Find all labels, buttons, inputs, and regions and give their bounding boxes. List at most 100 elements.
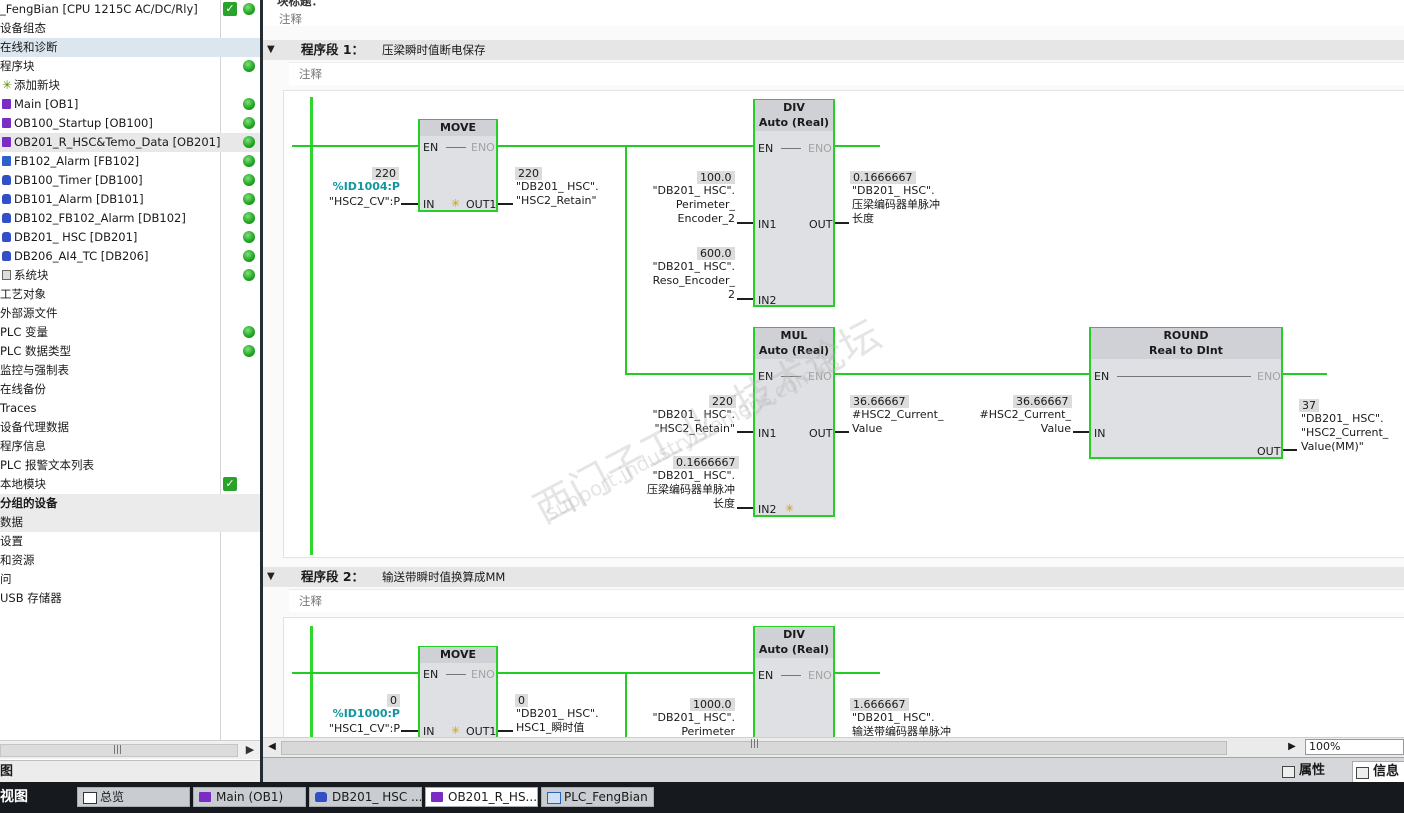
tree-item[interactable]: OB201_R_HSC&Temo_Data [OB201] (0, 133, 260, 152)
tree-item[interactable]: PLC 变量 (0, 323, 260, 342)
pin-out: OUT (809, 218, 833, 231)
task-plc-fengbian[interactable]: PLC_FengBian (541, 787, 654, 807)
network-1-comment[interactable]: 注释 (289, 62, 1404, 85)
tree-item[interactable]: 和资源 (0, 551, 260, 570)
tree-item[interactable]: 外部源文件 (0, 304, 260, 323)
scroll-right-arrow-icon[interactable]: ▶ (1285, 740, 1299, 754)
scroll-grip-icon: ||| (113, 745, 123, 755)
tree-item[interactable]: USB 存储器 (0, 589, 260, 608)
tree-item[interactable]: FB102_Alarm [FB102] (0, 152, 260, 171)
zoom-select[interactable]: 100% (1305, 739, 1404, 755)
div-instruction-box[interactable]: DIV Auto (Real) EN ENO IN1 OUT IN2 (753, 99, 835, 307)
collapse-triangle-icon[interactable]: ▼ (267, 567, 275, 587)
div-instruction-box[interactable]: DIV Auto (Real) EN ENO (753, 626, 835, 737)
rung-wire (292, 672, 418, 674)
tree-item-label: Main [OB1] (14, 97, 79, 111)
operand-tag[interactable]: "DB201_ HSC". Perimeter (623, 711, 735, 737)
tree-item[interactable]: 设备代理数据 (0, 418, 260, 437)
operand-tag[interactable]: "HSC1_CV":P (293, 722, 400, 736)
task-ob201[interactable]: OB201_R_HS... (425, 787, 538, 807)
operand-value: 600.0 (697, 247, 735, 260)
block-comment[interactable]: 注释 (279, 11, 302, 27)
details-view-header[interactable]: 图 (0, 760, 260, 783)
move-instruction-box[interactable]: MOVE EN ENO IN ✳ OUT1 (418, 119, 498, 212)
operand-tag[interactable]: #HSC2_Current_ Value (852, 408, 943, 436)
tree-item[interactable]: PLC 数据类型 (0, 342, 260, 361)
tree-item[interactable]: DB100_Timer [DB100] (0, 171, 260, 190)
operand-tag[interactable]: "DB201_ HSC". 压梁编码器单脉冲 长度 (615, 469, 735, 511)
tree-item[interactable]: OB100_Startup [OB100] (0, 114, 260, 133)
instruction-type[interactable]: Auto (Real) (755, 115, 833, 131)
tree-item[interactable]: Traces (0, 399, 260, 418)
tree-item[interactable]: PLC 报警文本列表 (0, 456, 260, 475)
pin-eno: ENO (1257, 370, 1281, 383)
info-icon (1356, 767, 1369, 779)
tree-item[interactable]: 设备组态 (0, 19, 260, 38)
tree-item[interactable]: Main [OB1] (0, 95, 260, 114)
operand-tag[interactable]: "DB201_ HSC". "HSC2_Current_ Value(MM)" (1301, 412, 1388, 454)
tree-item[interactable]: 程序信息 (0, 437, 260, 456)
network-1-title[interactable]: 压梁瞬时值断电保存 (382, 40, 486, 60)
tree-item[interactable]: ✳ 添加新块 (0, 76, 260, 95)
operand-tag[interactable]: "DB201_ HSC". 输送带编码器单脉冲 (852, 711, 951, 737)
network-2-title[interactable]: 输送带瞬时值换算成MM (382, 567, 505, 587)
tree-item[interactable]: 在线备份 (0, 380, 260, 399)
tree-item[interactable]: 分组的设备 (0, 494, 260, 513)
tree-item[interactable]: 工艺对象 (0, 285, 260, 304)
task-overview[interactable]: 总览 (77, 787, 190, 807)
portal-view-button[interactable]: 视图 (0, 788, 28, 806)
network-2-comment[interactable]: 注释 (289, 589, 1404, 612)
tree-item[interactable]: 系统块 (0, 266, 260, 285)
operand-tag[interactable]: "HSC2_Retain" (516, 194, 597, 208)
tree-item[interactable]: 数据 (0, 513, 260, 532)
tree-item[interactable]: _FengBian [CPU 1215C AC/DC/Rly] ✓ (0, 0, 260, 19)
operand-tag[interactable]: "DB201_ HSC". 压梁编码器单脉冲 长度 (852, 184, 940, 226)
operand-value: 36.66667 (850, 395, 909, 408)
operand-tag[interactable]: "DB201_ HSC". Perimeter_ Encoder_2 (623, 184, 735, 226)
online-status-icon (243, 193, 255, 205)
operand-tag[interactable]: "HSC2_CV":P (293, 195, 400, 209)
tab-info[interactable]: 信息 (1352, 761, 1404, 782)
round-instruction-box[interactable]: ROUND Real to DInt EN ENO IN OUT (1089, 327, 1283, 459)
tree-item[interactable]: DB201_ HSC [DB201] (0, 228, 260, 247)
task-db201[interactable]: DB201_ HSC ... (309, 787, 422, 807)
tree-item[interactable]: 本地模块 ✓ (0, 475, 260, 494)
operand-tag[interactable]: "DB201_ HSC". "HSC2_Retain" (623, 408, 735, 436)
operand-address[interactable]: %ID1000:P (303, 707, 400, 721)
tree-item[interactable]: 程序块 (0, 57, 260, 76)
operand-tag[interactable]: "DB201_ HSC". (516, 180, 599, 194)
tree-item[interactable]: DB101_Alarm [DB101] (0, 190, 260, 209)
tree-item[interactable]: 设置 (0, 532, 260, 551)
tree-horizontal-scrollbar[interactable]: ||| ▶ (0, 740, 260, 759)
network-2-header[interactable]: ▼ 程序段 2： 输送带瞬时值换算成MM (263, 567, 1404, 587)
operand-address[interactable]: %ID1004:P (303, 180, 400, 194)
scroll-left-arrow-icon[interactable]: ◀ (265, 740, 279, 754)
pin-stub (1283, 449, 1297, 451)
network-1-header[interactable]: ▼ 程序段 1： 压梁瞬时值断电保存 (263, 40, 1404, 60)
operand-tag[interactable]: HSC1_瞬时值 (516, 721, 584, 735)
pin-stub (401, 730, 418, 732)
operand-tag[interactable]: #HSC2_Current_ Value (959, 408, 1071, 436)
tree-item[interactable]: 在线和诊断 (0, 38, 260, 57)
pin-en: EN (1094, 370, 1110, 383)
block-comment-area[interactable]: 块标题： 注释 (263, 0, 1404, 26)
collapse-triangle-icon[interactable]: ▼ (267, 40, 275, 60)
scroll-right-arrow-icon[interactable]: ▶ (242, 741, 258, 759)
task-main-ob1[interactable]: Main (OB1) (193, 787, 306, 807)
tab-properties[interactable]: 属性 (1279, 761, 1355, 781)
operand-tag[interactable]: "DB201_ HSC". (516, 707, 599, 721)
instruction-type[interactable]: Auto (Real) (755, 642, 833, 658)
tree-item[interactable]: DB206_AI4_TC [DB206] (0, 247, 260, 266)
tree-item-label: 和资源 (0, 553, 35, 567)
operand-tag[interactable]: "DB201_ HSC". Reso_Encoder_ 2 (623, 260, 735, 302)
pin-en: EN (758, 669, 774, 682)
instruction-type[interactable]: Auto (Real) (755, 343, 833, 359)
tree-item[interactable]: DB102_FB102_Alarm [DB102] (0, 209, 260, 228)
tree-item[interactable]: 监控与强制表 (0, 361, 260, 380)
editor-horizontal-scrollbar[interactable]: ◀ ||| ▶ 100% (263, 737, 1404, 758)
tree-item[interactable]: 问 (0, 570, 260, 589)
pin-in1: IN1 (758, 427, 777, 440)
move-instruction-box[interactable]: MOVE EN ENO IN ✳ OUT1 (418, 646, 498, 737)
mul-instruction-box[interactable]: MUL Auto (Real) EN ENO IN1 OUT IN2 ✳ (753, 327, 835, 517)
instruction-type[interactable]: Real to DInt (1091, 343, 1281, 359)
